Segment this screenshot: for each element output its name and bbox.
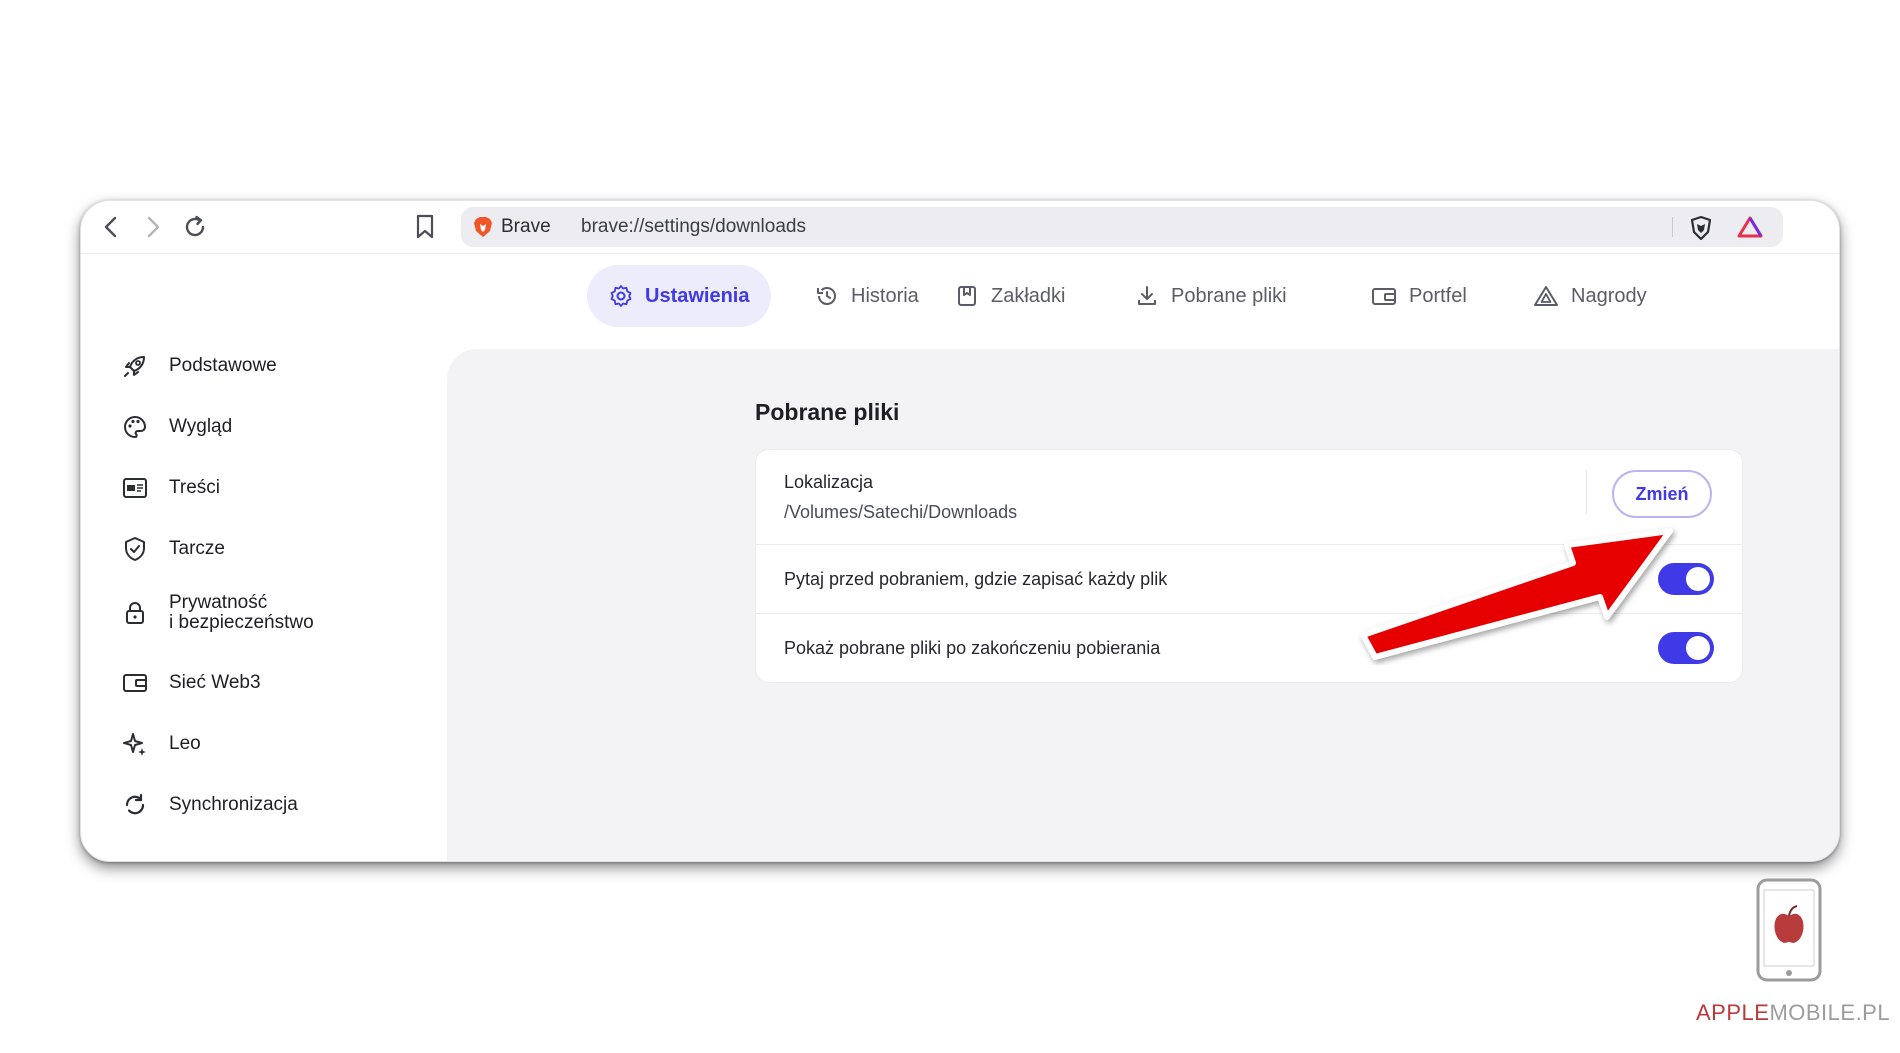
toggle-knob <box>1686 567 1710 591</box>
address-brand: Brave <box>473 207 551 247</box>
sidebar-item-appearance[interactable]: Wygląd <box>121 413 232 441</box>
tab-wallet[interactable]: Portfel <box>1349 265 1489 327</box>
download-icon <box>1138 286 1156 305</box>
settings-sidebar: Podstawowe Wygląd Treści Tarcze Prywatno… <box>81 329 445 861</box>
tab-settings[interactable]: Ustawienia <box>587 265 772 327</box>
url-text[interactable]: brave://settings/downloads <box>581 207 806 247</box>
tab-bookmarks[interactable]: Zakładki <box>933 265 1087 327</box>
location-label: Lokalizacja <box>784 472 874 492</box>
watermark-part-2: MOBILE.PL <box>1769 1000 1891 1025</box>
sidebar-item-sync[interactable]: Synchronizacja <box>121 791 298 819</box>
sidebar-item-content[interactable]: Treści <box>121 474 220 502</box>
wallet-icon <box>121 669 149 697</box>
sparkle-icon <box>121 730 149 758</box>
watermark-text: APPLEMOBILE.PL <box>1696 1000 1890 1026</box>
content-icon <box>121 474 149 502</box>
forward-icon <box>147 216 160 238</box>
sidebar-item-web3[interactable]: Sieć Web3 <box>121 669 261 697</box>
back-button[interactable] <box>97 213 125 241</box>
shields-icon <box>1690 215 1712 241</box>
tab-label: Zakładki <box>991 284 1066 307</box>
tab-label: Portfel <box>1409 284 1467 307</box>
brave-lion-icon <box>474 217 492 237</box>
lock-icon <box>121 599 149 627</box>
address-bar[interactable]: Brave brave://settings/downloads <box>461 207 1783 247</box>
reload-icon <box>185 215 205 237</box>
shield-check-icon <box>121 535 149 563</box>
tab-label: Pobrane pliki <box>1171 284 1287 307</box>
bookmarks-icon <box>958 286 976 306</box>
rewards-icon <box>1737 216 1763 238</box>
sidebar-item-label: Synchronizacja <box>169 794 298 815</box>
forward-button[interactable] <box>139 213 167 241</box>
tab-label: Ustawienia <box>645 284 750 307</box>
palette-icon <box>121 413 149 441</box>
sidebar-item-basics[interactable]: Podstawowe <box>121 352 277 380</box>
sidebar-item-label: Tarcze <box>169 538 225 559</box>
section-title: Pobrane pliki <box>755 399 900 425</box>
rocket-icon <box>121 352 149 380</box>
bookmark-icon <box>416 214 434 239</box>
tab-label: Nagrody <box>1571 284 1647 307</box>
toggle-knob <box>1686 636 1710 660</box>
rewards-icon <box>1534 286 1558 306</box>
browser-toolbar: Brave brave://settings/downloads <box>81 201 1839 254</box>
gear-icon <box>610 285 632 307</box>
tab-downloads[interactable]: Pobrane pliki <box>1113 265 1309 327</box>
sidebar-item-label: Wygląd <box>169 416 233 437</box>
sidebar-item-leo[interactable]: Leo <box>121 730 201 758</box>
sidebar-item-privacy[interactable]: Prywatność i bezpieczeństwo <box>121 593 314 633</box>
show-when-done-label: Pokaż pobrane pliki po zakończeniu pobie… <box>784 638 1161 658</box>
annotation-arrow <box>1360 528 1673 660</box>
sidebar-item-label: Sieć Web3 <box>169 672 261 693</box>
ask-where-label: Pytaj przed pobraniem, gdzie zapisać każ… <box>784 569 1168 589</box>
sidebar-item-label: Treści <box>169 477 221 498</box>
shields-button[interactable] <box>1689 215 1713 246</box>
address-divider <box>1672 217 1673 237</box>
sidebar-item-shields[interactable]: Tarcze <box>121 535 225 563</box>
reload-button[interactable] <box>181 213 209 241</box>
watermark-part-1: APPLE <box>1696 1000 1770 1025</box>
sidebar-item-label: Leo <box>169 733 201 754</box>
brand-label: Brave <box>501 216 551 237</box>
tab-history[interactable]: Historia <box>793 265 941 327</box>
sidebar-item-label: Podstawowe <box>169 355 277 376</box>
settings-tabs: Ustawienia Historia Zakładki Pobrane pli… <box>81 265 1839 329</box>
tab-rewards[interactable]: Nagrody <box>1511 265 1669 327</box>
label-line-1: Prywatność <box>169 592 268 613</box>
label-line-2: i bezpieczeństwo <box>169 612 314 633</box>
back-icon <box>104 216 117 238</box>
rewards-button[interactable] <box>1737 215 1763 244</box>
wallet-icon <box>1372 288 1396 305</box>
bookmark-button[interactable] <box>411 213 439 241</box>
tab-label: Historia <box>851 284 919 307</box>
history-icon <box>817 287 836 305</box>
location-path: /Volumes/Satechi/Downloads <box>784 502 1018 522</box>
sync-icon <box>121 791 149 819</box>
sidebar-item-label: Prywatność i bezpieczeństwo <box>169 593 314 633</box>
